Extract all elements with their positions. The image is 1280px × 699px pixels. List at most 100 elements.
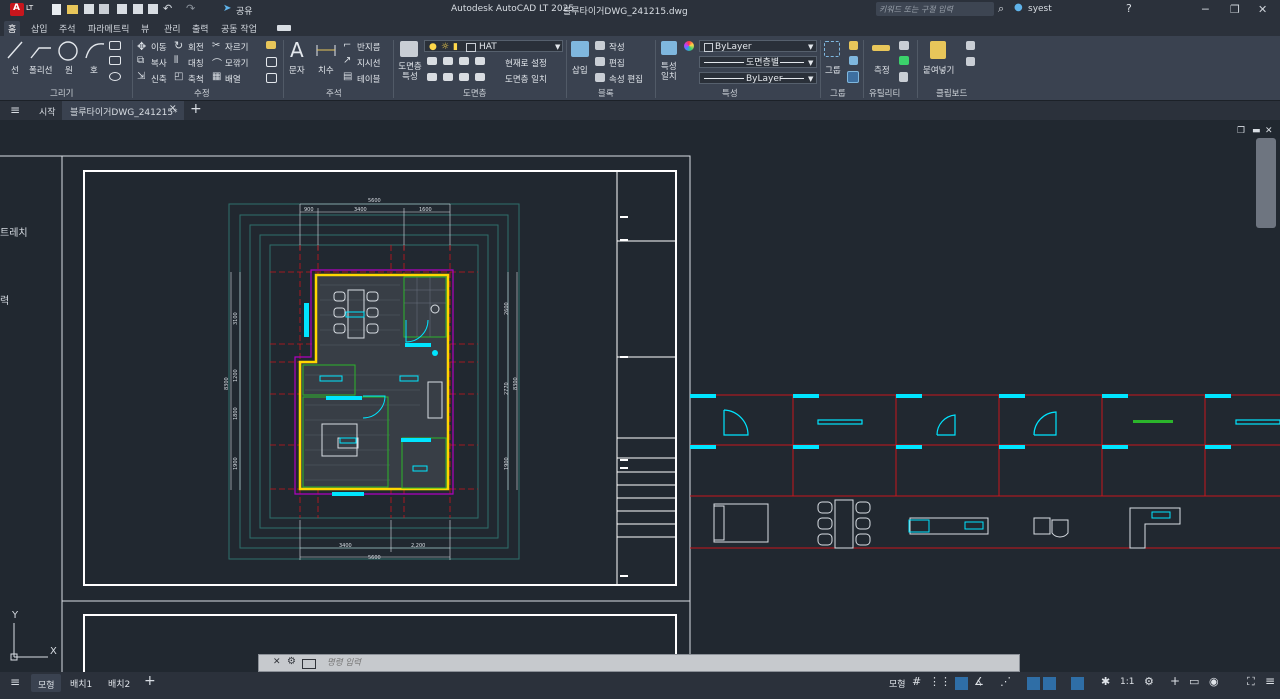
insert-block-label[interactable]: 삽입 xyxy=(572,64,588,76)
group-tool-icon[interactable] xyxy=(849,56,858,65)
rotate-label[interactable]: 회전 xyxy=(188,41,204,53)
hatch-icon[interactable] xyxy=(109,56,121,65)
text-tool-icon[interactable]: A xyxy=(290,38,304,62)
share-label[interactable]: 공유 xyxy=(236,4,253,17)
explode-icon[interactable] xyxy=(266,73,277,83)
table-label[interactable]: 테이블 xyxy=(357,73,380,85)
search-icon[interactable]: ⌕ xyxy=(998,2,1004,16)
annotation-visibility-icon[interactable] xyxy=(1071,677,1084,690)
table-icon[interactable]: ▤ xyxy=(343,71,352,82)
fullscreen-icon[interactable]: ⛶ xyxy=(1247,675,1255,689)
offset-icon[interactable] xyxy=(266,57,277,67)
create-block-label[interactable]: 작성 xyxy=(609,41,625,53)
modify-panel-label[interactable]: 수정 xyxy=(194,87,210,99)
fillet-label[interactable]: 모깎기 xyxy=(225,57,248,69)
command-close-icon[interactable]: ✕ xyxy=(273,657,281,667)
new-file-icon[interactable] xyxy=(52,4,61,15)
edit-block-icon[interactable] xyxy=(595,57,605,66)
start-tab[interactable]: 시작 xyxy=(39,105,56,118)
polar-icon[interactable]: ∡ xyxy=(974,675,984,688)
command-history-icon[interactable] xyxy=(302,659,316,669)
lineweight-dropdown[interactable]: ByLayer ▼ xyxy=(699,72,817,84)
customize-icon[interactable]: ≡ xyxy=(1265,674,1275,688)
grid-icon[interactable]: # xyxy=(912,675,921,688)
properties-panel-label[interactable]: 특성 xyxy=(722,87,738,99)
tab-insert[interactable]: 삽입 xyxy=(27,21,52,36)
insert-block-icon[interactable] xyxy=(571,41,589,57)
tab-layout1[interactable]: 배치1 xyxy=(70,677,92,690)
search-input[interactable]: 키워드 또는 구절 입력 xyxy=(876,2,994,16)
circle-tool-label[interactable]: 원 xyxy=(65,64,73,76)
color-wheel-icon[interactable] xyxy=(684,41,694,51)
share-icon[interactable]: ➤ xyxy=(223,3,231,14)
scale-icon[interactable]: ◰ xyxy=(174,71,183,82)
move-icon[interactable]: ✥ xyxy=(137,40,146,53)
edit-block-label[interactable]: 편집 xyxy=(609,57,625,69)
command-input[interactable] xyxy=(325,656,1009,670)
ortho-icon[interactable] xyxy=(955,677,968,690)
group-icon[interactable] xyxy=(824,41,840,57)
array-icon[interactable]: ▦ xyxy=(212,71,221,82)
ribbon-toggle-icon[interactable] xyxy=(277,25,291,31)
user-icon[interactable]: ● xyxy=(1014,2,1023,13)
tab-parametric[interactable]: 파라메트릭 xyxy=(84,21,133,36)
fillet-icon[interactable]: ⌒ xyxy=(212,55,222,70)
move-label[interactable]: 이동 xyxy=(151,41,167,53)
layer-tool-icon[interactable] xyxy=(427,57,437,65)
snap-icon[interactable]: ⋮⋮ xyxy=(929,675,951,688)
dimension-tool-icon[interactable] xyxy=(315,42,337,58)
utility-tool-icon[interactable] xyxy=(899,41,909,50)
add-layout-icon[interactable]: + xyxy=(144,673,156,689)
group-label[interactable]: 그룹 xyxy=(825,64,841,76)
draw-panel-label[interactable]: 그리기 xyxy=(50,87,73,99)
layer-tool-icon[interactable] xyxy=(443,57,453,65)
rectangle-icon[interactable] xyxy=(109,41,121,50)
minimize-button[interactable]: ─ xyxy=(1202,3,1209,16)
copy-icon[interactable]: ⧉ xyxy=(137,55,144,66)
undo-icon[interactable]: ↶ xyxy=(163,2,172,15)
annotation-scale-value[interactable]: 1:1 xyxy=(1120,677,1134,687)
selection-cycling-icon[interactable] xyxy=(1043,677,1056,690)
copy-label[interactable]: 복사 xyxy=(151,57,167,69)
measure-label[interactable]: 측정 xyxy=(874,64,890,76)
layer-dropdown[interactable]: ● ☼ ▮ HAT ▼ xyxy=(424,40,563,52)
tab-home[interactable]: 홈 xyxy=(4,21,21,36)
dimension-tool-label[interactable]: 치수 xyxy=(318,64,334,76)
utility-tool-icon[interactable] xyxy=(899,56,909,65)
osnap-icon[interactable]: ⋰ xyxy=(1000,675,1011,688)
tab-annotate[interactable]: 주석 xyxy=(55,21,80,36)
tab-output[interactable]: 출력 xyxy=(188,21,213,36)
user-name[interactable]: syest xyxy=(1028,4,1052,14)
stretch-label[interactable]: 신축 xyxy=(151,73,167,85)
erase-icon[interactable] xyxy=(266,41,276,49)
isodraft-icon[interactable] xyxy=(1027,677,1040,690)
tab-model[interactable]: 모형 xyxy=(31,674,61,692)
trim-icon[interactable]: ✂ xyxy=(212,40,220,51)
calculator-icon[interactable] xyxy=(899,72,908,82)
mirror-icon[interactable]: ⫴ xyxy=(174,55,178,66)
new-tab-icon[interactable]: + xyxy=(190,101,202,117)
annotation-panel-label[interactable]: 주석 xyxy=(326,87,342,99)
tab-layout2[interactable]: 배치2 xyxy=(108,677,130,690)
model-space-label[interactable]: 모형 xyxy=(889,677,906,690)
leader-icon[interactable]: ↗ xyxy=(343,55,351,66)
restore-button[interactable]: ❐ xyxy=(1230,3,1240,16)
text-tool-label[interactable]: 문자 xyxy=(289,64,305,76)
layer-tool-icon[interactable] xyxy=(459,57,469,65)
measure-icon[interactable] xyxy=(872,45,890,51)
paste-label[interactable]: 붙여넣기 xyxy=(923,64,954,76)
drawing-canvas[interactable]: 트레치 력 ▬ ❐ ✕ 5600 900 3400 1600 3400 2,20… xyxy=(0,120,1280,672)
scale-label[interactable]: 축척 xyxy=(188,73,204,85)
edit-attribute-label[interactable]: 속성 편집 xyxy=(609,73,643,85)
layer-tool-icon[interactable] xyxy=(443,73,453,81)
polyline-tool-label[interactable]: 폴리선 xyxy=(29,64,52,76)
stretch-icon[interactable]: ⇲ xyxy=(137,71,145,82)
trim-label[interactable]: 자르기 xyxy=(225,41,248,53)
gear-icon[interactable]: ⚙ xyxy=(1144,675,1154,688)
tab-view[interactable]: 뷰 xyxy=(137,21,153,36)
active-document-tab[interactable]: 블루타이거DWG_241215* ✕ xyxy=(62,101,184,120)
ellipse-icon[interactable] xyxy=(109,72,121,81)
app-menu-button[interactable]: A xyxy=(10,3,24,16)
clipboard-panel-label[interactable]: 클립보드 xyxy=(936,87,967,99)
match-layer-label[interactable]: 도면층 일치 xyxy=(505,73,547,85)
